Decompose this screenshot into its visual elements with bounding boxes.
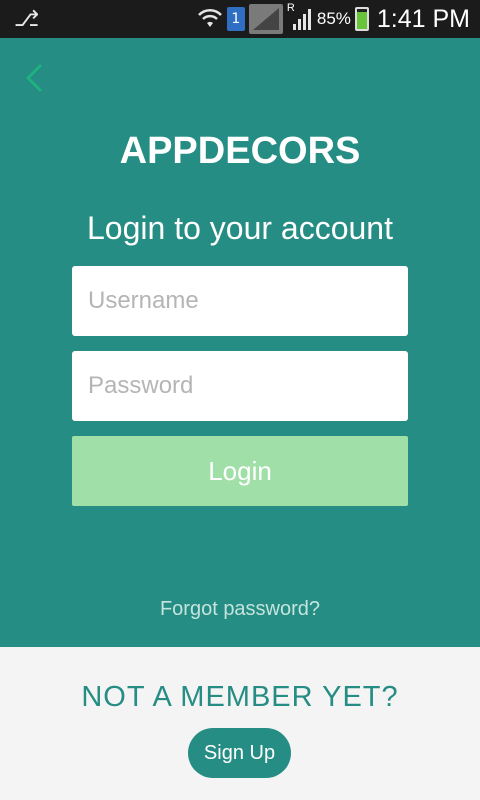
status-icons: 1 R 85% 1:41 PM — [197, 0, 470, 38]
forgot-password-link[interactable]: Forgot password? — [0, 598, 480, 621]
status-bar: ⎇ 1 R 85% 1:41 PM — [0, 0, 480, 38]
login-button[interactable]: Login — [72, 436, 408, 506]
app-logo-title: APPDECORS — [119, 130, 361, 172]
wifi-icon — [197, 8, 222, 27]
battery-percent: 85% — [316, 9, 351, 28]
username-input[interactable] — [72, 266, 408, 336]
not-member-heading: NOT A MEMBER YET? — [81, 681, 399, 713]
chevron-left-icon — [26, 64, 42, 92]
signup-panel: NOT A MEMBER YET? Sign Up — [0, 647, 480, 800]
battery-icon — [354, 7, 369, 31]
usb-icon: ⎇ — [14, 7, 40, 32]
page-title: Login to your account — [87, 210, 393, 246]
roaming-signal-icon: R — [287, 2, 313, 34]
back-button[interactable] — [18, 60, 54, 96]
password-input[interactable] — [72, 351, 408, 421]
signal-icon — [248, 4, 283, 34]
login-panel: APPDECORS Login to your account Login Fo… — [0, 38, 480, 647]
clock: 1:41 PM — [376, 4, 470, 33]
signup-button[interactable]: Sign Up — [188, 728, 291, 778]
sim-badge: 1 — [226, 7, 245, 31]
battery-fill — [356, 12, 367, 29]
